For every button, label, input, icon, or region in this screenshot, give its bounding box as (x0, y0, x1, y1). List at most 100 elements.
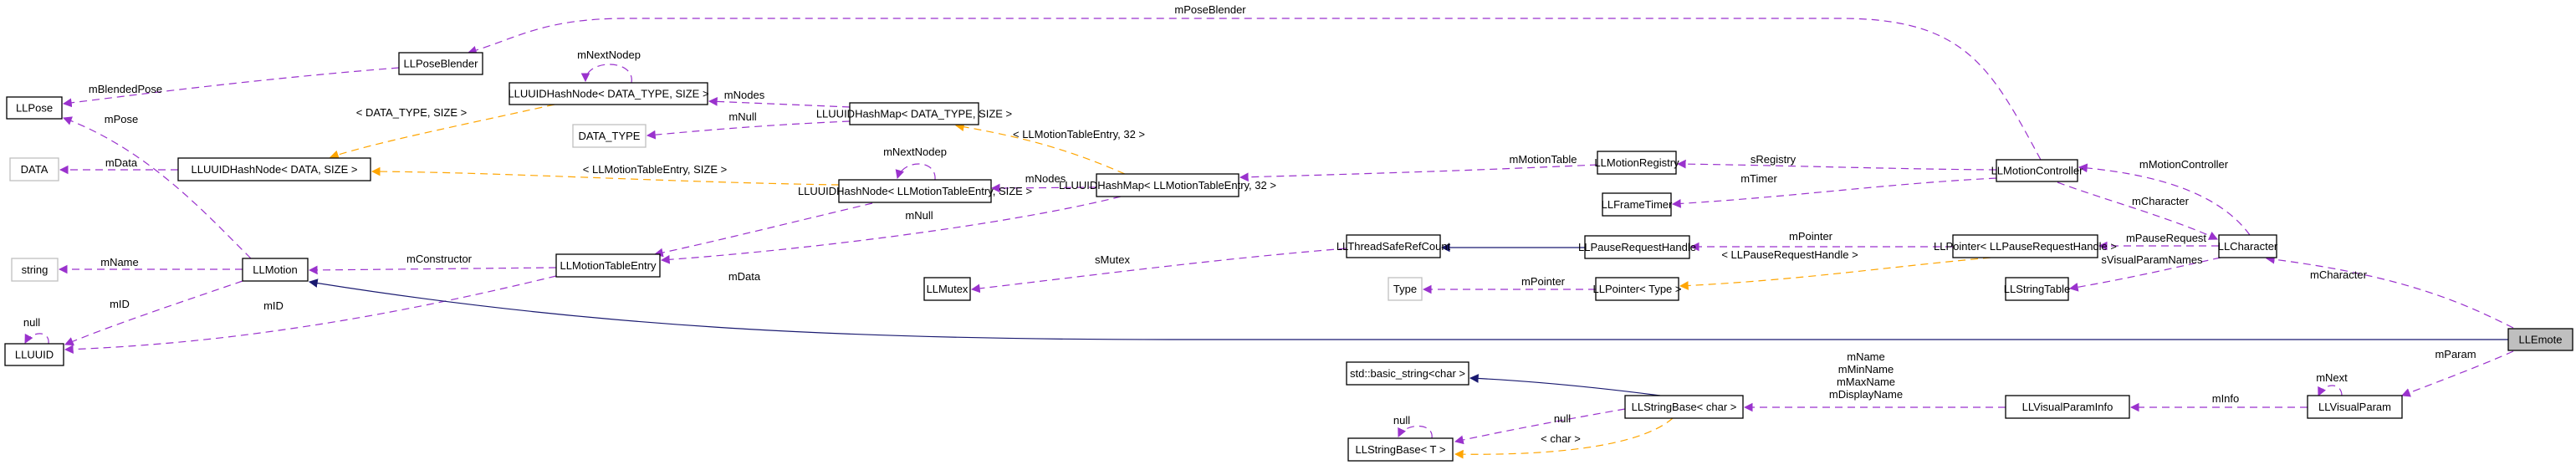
edge-label: mTimer (1740, 172, 1777, 185)
usage-edge (970, 248, 1347, 294)
usage-edge (2057, 181, 2218, 240)
class-node-label: LLPointer< LLPauseRequestHandle > (1934, 240, 2117, 253)
usage-edge (2318, 385, 2343, 396)
edge-label: mData (105, 156, 138, 169)
inherit-edge (1469, 374, 1661, 396)
usage-edge (62, 116, 252, 259)
edge-label: mMotionTable (1510, 153, 1577, 166)
edge-label: null (1393, 414, 1410, 427)
edge-label: sRegistry (1751, 153, 1797, 166)
class-node[interactable]: LLStringBase< char > (1624, 395, 1744, 419)
class-node[interactable]: LLUUIDHashNode< LLMotionTableEntry, SIZE… (798, 179, 1032, 203)
class-node-label: LLFrameTimer (1602, 198, 1673, 211)
usage-edge (2265, 254, 2514, 329)
class-node-label: LLStringTable (2004, 283, 2071, 295)
edge-label: mNull (905, 209, 933, 222)
edge-label: mID (110, 298, 130, 310)
usage-edge (580, 64, 632, 84)
edge-label: sMutex (1095, 253, 1130, 266)
usage-edge (24, 333, 49, 345)
usage-edge (308, 265, 557, 275)
edge-label: mInfo (2212, 392, 2240, 405)
class-node-label: LLVisualParamInfo (2022, 401, 2113, 413)
class-node-label: LLMutex (927, 283, 969, 295)
template-edge (1679, 257, 1991, 290)
class-node[interactable]: Type (1388, 277, 1423, 301)
class-node[interactable]: LLMutex (923, 277, 971, 301)
class-node[interactable]: LLUUID (4, 343, 64, 366)
class-node[interactable]: LLPauseRequestHandle (1578, 235, 1696, 259)
usage-edge (708, 97, 851, 108)
edge-label: mPose (105, 113, 138, 125)
class-node-label: string (22, 263, 49, 276)
class-node[interactable]: string (11, 258, 59, 282)
edge-label: mNextNodep (883, 146, 947, 158)
class-node[interactable]: LLThreadSafeRefCount (1337, 234, 1451, 258)
class-node-label: LLUUIDHashNode< DATA, SIZE > (192, 163, 358, 176)
edge-label: mMotionController (2139, 158, 2229, 171)
class-node-label: LLUUIDHashNode< DATA_TYPE, SIZE > (508, 87, 708, 100)
class-node-label: LLUUIDHashNode< LLMotionTableEntry, SIZE… (798, 185, 1032, 197)
class-node-label: Type (1393, 283, 1417, 295)
edge-label: mID (263, 299, 284, 312)
edge-label: mParam (2435, 348, 2476, 360)
edge-label: < LLPauseRequestHandle > (1721, 248, 1858, 261)
usage-edge (660, 196, 1122, 264)
class-node-label: LLCharacter (2218, 240, 2278, 253)
edge-label: mNodes (724, 89, 765, 101)
class-node-label: LLPauseRequestHandle (1578, 241, 1696, 253)
usage-edge (646, 120, 851, 140)
edge-label: mName (100, 256, 139, 268)
class-node[interactable]: std::basic_string<char > (1346, 361, 1469, 386)
class-node-label: DATA (21, 163, 49, 176)
class-node[interactable]: LLCharacter (2218, 234, 2278, 258)
class-node[interactable]: LLStringTable (2004, 277, 2071, 301)
class-node[interactable]: LLMotionController (1991, 159, 2084, 182)
edge-label: null (23, 316, 40, 329)
edge-label: < DATA_TYPE, SIZE > (356, 106, 467, 119)
class-node[interactable]: LLMotionTableEntry (555, 253, 661, 278)
class-node[interactable]: LLUUIDHashNode< DATA_TYPE, SIZE > (508, 82, 709, 105)
class-node[interactable]: LLMotionRegistry (1594, 151, 1679, 175)
class-node[interactable]: LLPointer< Type > (1592, 277, 1682, 301)
edge-labels-layer: mBlendedPose mPose mData mNextNodep < DATA_T… (23, 3, 2476, 445)
edge-label: sVisualParamNames (2101, 253, 2203, 266)
usage-edge (64, 275, 557, 355)
edge-label: mCharacter (2310, 268, 2368, 281)
class-node-label: LLUUIDHashMap< LLMotionTableEntry, 32 > (1059, 179, 1276, 192)
usage-edge (1671, 177, 1997, 208)
edge-label: mNull (728, 110, 756, 123)
usage-edge (653, 202, 873, 258)
class-node[interactable]: LLPose (6, 96, 63, 120)
class-node-label: LLStringBase< char > (1632, 401, 1737, 413)
class-node-label: LLMotionRegistry (1594, 156, 1679, 169)
class-node[interactable]: LLUUIDHashNode< DATA, SIZE > (177, 157, 371, 181)
edge-label: < LLMotionTableEntry, SIZE > (583, 163, 727, 176)
class-node[interactable]: LLMotion (242, 258, 309, 282)
edge-label: mPauseRequest (2126, 232, 2206, 244)
class-node[interactable]: LLPointer< LLPauseRequestHandle > (1934, 234, 2117, 258)
class-node[interactable]: DATA_TYPE (572, 124, 647, 148)
class-node[interactable]: LLFrameTimer (1602, 192, 1673, 217)
class-node[interactable]: LLEmote (2507, 328, 2573, 351)
class-node-label: LLEmote (2518, 333, 2562, 345)
edge-label: mConstructor (406, 253, 473, 265)
class-node-label: LLMotionTableEntry (560, 259, 657, 272)
usage-edge (1676, 159, 1997, 171)
class-node[interactable]: LLVisualParamInfo (2005, 395, 2130, 419)
class-node[interactable]: LLPoseBlender (398, 52, 483, 75)
class-node-label: LLVisualParam (2318, 401, 2391, 413)
class-node-label: LLMotionController (1991, 164, 2084, 176)
class-node[interactable]: DATA (9, 157, 59, 181)
edge-label: < char > (1541, 432, 1581, 445)
edge-label: mCharacter (2132, 195, 2190, 207)
usage-edge (1398, 425, 1433, 439)
class-node-label: LLUUID (15, 348, 54, 360)
class-node-label: LLStringBase< T > (1356, 443, 1446, 456)
edge-label: mPointer (1789, 230, 1833, 243)
usage-edge (1239, 164, 1598, 182)
class-node-label: LLPoseBlender (404, 57, 479, 69)
class-node[interactable]: LLStringBase< T > (1347, 437, 1454, 462)
class-node[interactable]: LLVisualParam (2307, 395, 2403, 419)
edge-label: null (1554, 412, 1571, 425)
